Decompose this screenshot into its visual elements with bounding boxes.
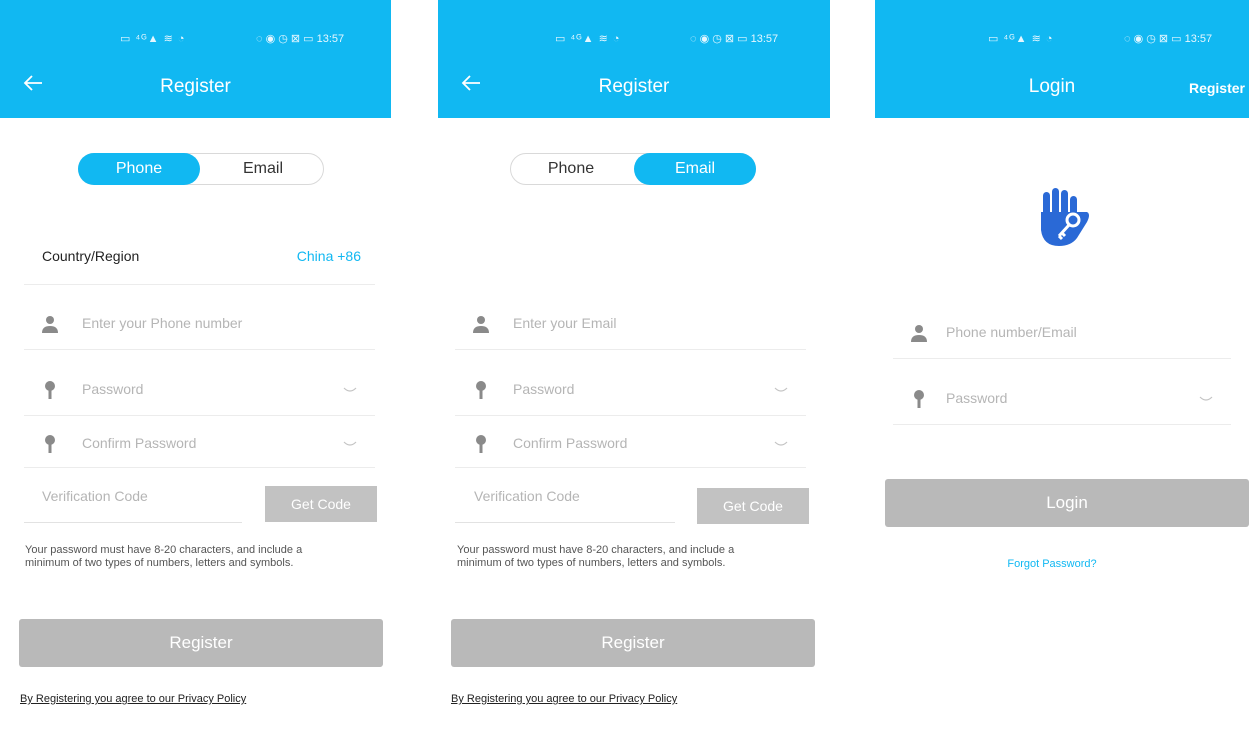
password-hint: Your password must have 8-20 characters,… (457, 544, 734, 570)
phone-email-toggle: Phone Email (510, 153, 756, 185)
page-title: Register (160, 76, 231, 97)
password-field[interactable]: Password (24, 357, 375, 416)
phone-email-toggle: Phone Email (78, 153, 324, 185)
verification-code-field[interactable]: Verification Code (474, 488, 580, 504)
confirm-password-placeholder: Confirm Password (82, 435, 197, 451)
country-region-value[interactable]: China +86 (297, 248, 361, 264)
get-code-button[interactable]: Get Code (697, 488, 809, 524)
key-icon (45, 435, 55, 453)
register-link[interactable]: Register (1189, 80, 1245, 96)
key-icon (476, 381, 486, 399)
eye-closed-icon[interactable] (1199, 396, 1213, 402)
user-icon (911, 325, 927, 342)
password-field[interactable]: Password (455, 357, 806, 416)
country-region-row[interactable]: Country/Region China +86 (24, 226, 375, 285)
eye-closed-icon[interactable] (774, 387, 788, 393)
phone-number-field[interactable]: Enter your Phone number (24, 291, 375, 350)
verification-underline (24, 522, 242, 523)
password-field[interactable]: Password (893, 366, 1231, 425)
key-icon (476, 435, 486, 453)
privacy-policy-link[interactable]: By Registering you agree to our Privacy … (20, 693, 246, 705)
eye-closed-icon[interactable] (774, 441, 788, 447)
password-hint-line: Your password must have 8-20 characters,… (25, 544, 303, 556)
email-placeholder: Enter your Email (513, 315, 617, 331)
app-bar: ▭ ⁴ᴳ▲ ≋ ◔ ◌ ◉ ◷ ⊠ ▭ 13:57 Login Register (875, 0, 1249, 118)
register-button[interactable]: Register (451, 619, 815, 667)
get-code-button[interactable]: Get Code (265, 486, 377, 522)
page-title: Register (598, 76, 670, 97)
tab-email[interactable]: Email (202, 153, 324, 185)
page-title: Login (1028, 76, 1076, 97)
register-button[interactable]: Register (19, 619, 383, 667)
login-screen: ▭ ⁴ᴳ▲ ≋ ◔ ◌ ◉ ◷ ⊠ ▭ 13:57 Login Register… (875, 0, 1249, 740)
password-placeholder: Password (513, 381, 575, 397)
app-bar: ▭ ⁴ᴳ▲ ≋ ◔ ◌ ◉ ◷ ⊠ ▭ 13:57 Register (0, 0, 391, 118)
tab-phone[interactable]: Phone (510, 153, 632, 185)
account-placeholder: Phone number/Email (946, 324, 1077, 340)
verification-code-field[interactable]: Verification Code (42, 488, 148, 504)
register-phone-screen: ▭ ⁴ᴳ▲ ≋ ◔ ◌ ◉ ◷ ⊠ ▭ 13:57 Register Phone… (0, 0, 391, 740)
register-email-screen: ▭ ⁴ᴳ▲ ≋ ◔ ◌ ◉ ◷ ⊠ ▭ 13:57 Register Phone… (438, 0, 830, 740)
login-button[interactable]: Login (885, 479, 1249, 527)
confirm-password-placeholder: Confirm Password (513, 435, 628, 451)
account-field[interactable]: Phone number/Email (893, 300, 1231, 359)
password-hint-line: minimum of two types of numbers, letters… (457, 557, 726, 569)
verification-underline (455, 522, 675, 523)
phone-number-placeholder: Enter your Phone number (82, 315, 243, 331)
forgot-password-link[interactable]: Forgot Password? (875, 558, 1239, 570)
user-icon (473, 316, 489, 333)
password-placeholder: Password (82, 381, 144, 397)
user-icon (42, 316, 58, 333)
status-bar-left: ▭ ⁴ᴳ▲ ≋ ◔ (988, 33, 1054, 45)
app-bar: ▭ ⁴ᴳ▲ ≋ ◔ ◌ ◉ ◷ ⊠ ▭ 13:57 Register (438, 0, 830, 118)
eye-closed-icon[interactable] (343, 387, 357, 393)
hand-key-logo-icon (1041, 188, 1089, 246)
confirm-password-field[interactable]: Confirm Password (24, 411, 375, 468)
tab-phone[interactable]: Phone (78, 153, 200, 185)
email-field[interactable]: Enter your Email (455, 291, 806, 350)
country-region-label: Country/Region (42, 248, 140, 264)
key-icon (914, 390, 924, 408)
tab-email[interactable]: Email (634, 153, 756, 185)
password-placeholder: Password (946, 390, 1008, 406)
key-icon (45, 381, 55, 399)
confirm-password-field[interactable]: Confirm Password (455, 411, 806, 468)
status-bar-left: ▭ ⁴ᴳ▲ ≋ ◔ (120, 33, 186, 45)
privacy-policy-link[interactable]: By Registering you agree to our Privacy … (451, 693, 677, 705)
password-hint-line: Your password must have 8-20 characters,… (457, 544, 735, 556)
status-bar-right: ◌ ◉ ◷ ⊠ ▭ 13:57 (256, 33, 345, 45)
password-hint-line: minimum of two types of numbers, letters… (25, 557, 294, 569)
password-hint: Your password must have 8-20 characters,… (25, 544, 302, 570)
eye-closed-icon[interactable] (343, 441, 357, 447)
status-bar-right: ◌ ◉ ◷ ⊠ ▭ 13:57 (690, 33, 779, 45)
status-bar-left: ▭ ⁴ᴳ▲ ≋ ◔ (555, 33, 621, 45)
status-bar-right: ◌ ◉ ◷ ⊠ ▭ 13:57 (1124, 33, 1213, 45)
